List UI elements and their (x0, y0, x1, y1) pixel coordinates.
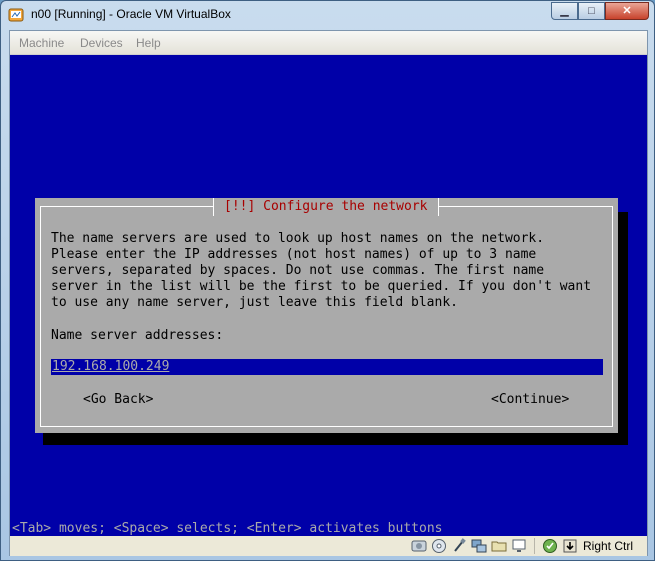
virtualbox-window: n00 [Running] - Oracle VM VirtualBox ▁ □… (0, 0, 655, 561)
vm-client-area: Machine Devices Help [!!] Configure the … (9, 30, 648, 556)
host-key-label: Right Ctrl (583, 539, 634, 553)
window-title: n00 [Running] - Oracle VM VirtualBox (31, 7, 231, 21)
maximize-button[interactable]: □ (578, 2, 605, 20)
dialog-title: [!!] Configure the network (213, 198, 439, 216)
dialog-description: The name servers are used to look up hos… (51, 231, 592, 310)
configure-network-dialog: [!!] Configure the network The name serv… (35, 198, 618, 433)
menu-bar: Machine Devices Help (10, 31, 647, 55)
vm-console-screen[interactable]: [!!] Configure the network The name serv… (10, 55, 647, 536)
name-server-input[interactable]: 192.168.100.249 (51, 359, 603, 376)
menu-help[interactable]: Help (136, 36, 161, 50)
minimize-button[interactable]: ▁ (551, 2, 578, 20)
name-server-label: Name server addresses: (51, 328, 224, 343)
status-bar: Right Ctrl (10, 536, 647, 556)
continue-button[interactable]: <Continue> (491, 392, 569, 407)
hard-disk-icon[interactable] (410, 537, 428, 555)
name-server-value[interactable]: 192.168.100.249 (51, 359, 171, 375)
keyboard-help-line: <Tab> moves; <Space> selects; <Enter> ac… (12, 521, 443, 536)
title-bar[interactable]: n00 [Running] - Oracle VM VirtualBox ▁ □… (1, 1, 654, 28)
network-icon[interactable] (470, 537, 488, 555)
menu-machine[interactable]: Machine (19, 36, 64, 50)
usb-icon[interactable] (450, 537, 468, 555)
optical-drive-icon[interactable] (430, 537, 448, 555)
input-underline (179, 359, 603, 376)
close-button[interactable]: ✕ (605, 2, 649, 20)
display-icon[interactable] (510, 537, 528, 555)
mouse-integration-icon[interactable] (561, 537, 579, 555)
virtualbox-app-icon[interactable] (8, 7, 24, 23)
virtualization-icon[interactable] (541, 537, 559, 555)
shared-folders-icon[interactable] (490, 537, 508, 555)
menu-devices[interactable]: Devices (80, 36, 123, 50)
status-separator (534, 538, 537, 554)
go-back-button[interactable]: <Go Back> (83, 392, 153, 407)
